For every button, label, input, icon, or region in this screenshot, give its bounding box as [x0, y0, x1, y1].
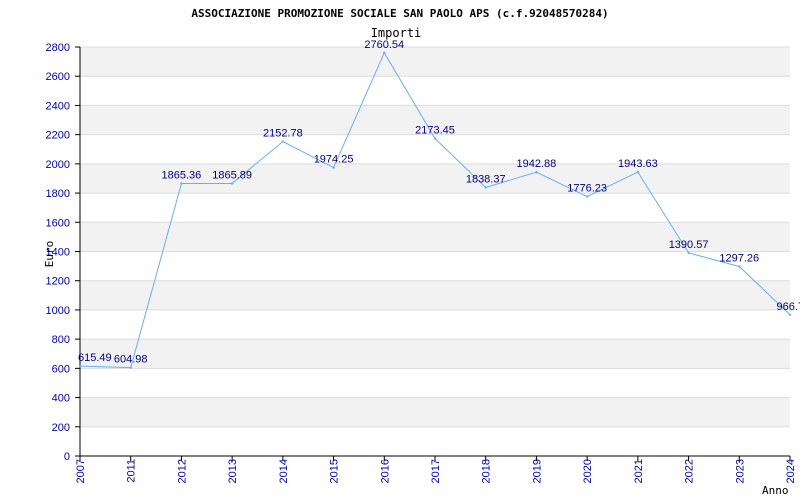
legend-entry: Importi	[371, 26, 422, 40]
data-point	[636, 170, 640, 174]
grid-band	[80, 76, 790, 106]
x-tick-label: 2020	[582, 459, 594, 483]
grid-band	[80, 309, 790, 340]
data-label: 1297.26	[719, 253, 759, 265]
data-label: 1865.89	[212, 169, 252, 181]
y-tick-label: 2000	[46, 159, 70, 171]
data-label: 2173.45	[415, 125, 455, 137]
data-point	[230, 182, 234, 185]
grid-band	[80, 47, 790, 77]
x-tick-label: 2012	[176, 459, 188, 483]
data-point	[78, 364, 82, 368]
data-label: 604.98	[114, 354, 148, 366]
data-label: 1974.25	[314, 154, 354, 166]
data-label: 1943.63	[618, 158, 658, 170]
data-label: 1390.57	[669, 239, 709, 251]
data-point	[535, 171, 538, 174]
x-tick-label: 2022	[684, 459, 696, 483]
data-point	[484, 186, 487, 189]
data-label: 1942.88	[517, 158, 557, 170]
grid-band	[80, 193, 790, 223]
data-point	[129, 366, 132, 369]
data-point	[738, 265, 741, 268]
grid-band	[80, 339, 790, 369]
line-chart: 0200400600800100012001400160018002000220…	[43, 7, 800, 497]
x-tick-label: 2021	[633, 459, 645, 483]
data-label: 2760.54	[364, 39, 404, 51]
y-tick-label: 0	[64, 451, 70, 463]
x-tick-label: 2017	[430, 459, 442, 483]
y-tick-label: 1600	[46, 217, 70, 229]
data-label: 1865.36	[162, 170, 202, 182]
x-axis-label: Anno	[762, 484, 789, 497]
data-label: 615.49	[78, 352, 112, 364]
y-tick-label: 2800	[46, 42, 70, 54]
grid-band	[80, 397, 790, 427]
data-point	[433, 137, 437, 140]
y-tick-label: 200	[52, 422, 70, 434]
data-label: 2152.78	[263, 128, 303, 140]
x-tick-label: 2011	[126, 459, 138, 483]
grid-band	[80, 426, 790, 456]
data-point	[788, 313, 792, 316]
grid-band	[80, 280, 790, 310]
x-tick-label: 2016	[379, 459, 391, 483]
x-tick-label: 2024	[785, 459, 797, 483]
grid-band	[80, 251, 790, 281]
data-point	[585, 195, 589, 198]
data-point	[281, 140, 285, 143]
x-tick-labels: 2007 2011 2012 2013 2014 2015 2016 2017 2018 2019…	[75, 459, 797, 483]
y-tick-label: 400	[52, 393, 70, 405]
x-tick-label: 2023	[734, 459, 746, 483]
y-tick-label: 800	[52, 334, 70, 346]
x-tick-label: 2013	[227, 459, 239, 483]
data-point	[383, 51, 386, 54]
data-label: 1838.37	[466, 173, 506, 185]
x-tick-label: 2018	[481, 459, 493, 483]
data-point	[180, 182, 183, 185]
y-axis-label: Euro	[43, 241, 56, 268]
data-label: 966.7	[776, 301, 800, 313]
x-tick-label: 2015	[329, 459, 341, 483]
x-tick-label: 2019	[531, 459, 543, 483]
y-tick-label: 2400	[46, 100, 70, 112]
data-point	[332, 166, 335, 169]
y-tick-label: 1000	[46, 305, 70, 317]
chart-title: ASSOCIAZIONE PROMOZIONE SOCIALE SAN PAOL…	[191, 7, 608, 20]
data-label: 1776.23	[567, 183, 607, 195]
y-tick-label: 2200	[46, 130, 70, 142]
grid-band	[80, 368, 790, 398]
x-tick-label: 2007	[75, 459, 87, 483]
y-tick-label: 600	[52, 363, 70, 375]
x-tick-label: 2014	[278, 459, 290, 483]
y-tick-label: 1800	[46, 188, 70, 200]
y-tick-label: 2600	[46, 71, 70, 83]
y-tick-label: 1200	[46, 276, 70, 288]
data-point	[687, 251, 690, 255]
